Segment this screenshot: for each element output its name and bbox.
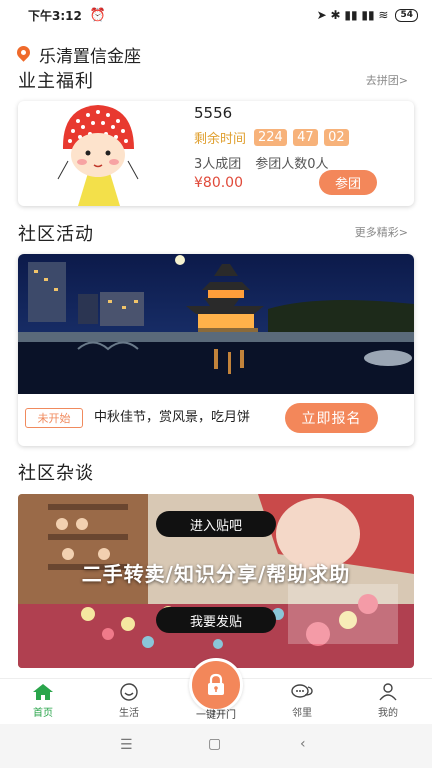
status-time: 下午3:12 xyxy=(28,8,82,23)
more-activities-link[interactable]: 更多精彩> xyxy=(355,224,408,240)
activity-card[interactable]: 未开始 中秋佳节，赏风景，吃月饼 立即报名 xyxy=(18,254,414,446)
new-post-button[interactable]: 我要发贴 xyxy=(156,607,276,633)
activity-description: 中秋佳节，赏风景，吃月饼 xyxy=(94,410,251,425)
nav-neighbors-label: 邻里 xyxy=(292,708,312,719)
product-title: 5556 xyxy=(194,104,233,122)
nav-life-label: 生活 xyxy=(119,708,139,719)
nav-neighbors[interactable]: 邻里 xyxy=(272,683,332,719)
activity-status-badge: 未开始 xyxy=(25,408,83,428)
location-pin-icon xyxy=(17,46,30,63)
nav-me[interactable]: 我的 xyxy=(358,683,418,719)
countdown-hours: 224 xyxy=(254,129,287,146)
joined-count: 参团人数0人 xyxy=(255,157,329,172)
nav-open-door-label: 一键开门 xyxy=(196,710,236,721)
countdown-seconds: 02 xyxy=(323,129,349,146)
home-square-icon[interactable]: ▢ xyxy=(208,736,221,752)
community-talk-title: 社区杂谈 xyxy=(18,463,94,484)
status-bar: 下午3:12 ⏰ ➤ ✱ ▮▮ ▮▮ ≋ 54 xyxy=(0,0,432,30)
forum-slogan: 二手转卖/知识分享/帮助求助 xyxy=(81,562,351,586)
community-activity-title: 社区活动 xyxy=(18,224,94,245)
person-icon xyxy=(379,683,397,701)
nav-home-label: 首页 xyxy=(33,708,53,719)
alarm-icon: ⏰ xyxy=(89,7,107,23)
group-buy-card[interactable]: 5556 剩余时间 224 47 02 3人成团 参团人数0人 ¥80.00 参… xyxy=(18,101,414,206)
system-icons: ➤ ✱ ▮▮ ▮▮ ≋ xyxy=(316,8,389,22)
chat-icon xyxy=(291,684,313,698)
forum-banner: 进入贴吧 二手转卖/知识分享/帮助求助 我要发贴 xyxy=(18,494,414,668)
product-image xyxy=(48,101,148,206)
product-price: ¥80.00 xyxy=(194,175,243,191)
lock-icon xyxy=(208,673,224,695)
group-size: 3人成团 xyxy=(194,157,242,172)
owner-benefits-title: 业主福利 xyxy=(18,71,94,92)
group-buy-link[interactable]: 去拼团> xyxy=(366,72,408,88)
home-icon xyxy=(33,684,53,700)
status-icons: ➤ ✱ ▮▮ ▮▮ ≋ 54 xyxy=(317,8,418,22)
enter-forum-button[interactable]: 进入贴吧 xyxy=(156,511,276,537)
signup-button[interactable]: 立即报名 xyxy=(285,403,378,433)
smile-icon xyxy=(120,683,138,701)
one-key-open-door-button[interactable] xyxy=(189,658,243,712)
battery-icon: 54 xyxy=(395,8,418,22)
countdown-label: 剩余时间 xyxy=(194,132,247,147)
activity-image xyxy=(18,254,414,394)
location-name: 乐清置信金座 xyxy=(39,47,141,67)
nav-home[interactable]: 首页 xyxy=(13,683,73,719)
countdown-minutes: 47 xyxy=(292,129,318,146)
nav-life[interactable]: 生活 xyxy=(99,683,159,719)
join-group-button[interactable]: 参团 xyxy=(319,170,377,195)
location-selector[interactable]: 乐清置信金座 xyxy=(17,42,141,67)
countdown: 剩余时间 224 47 02 xyxy=(194,128,349,147)
group-info: 3人成团 参团人数0人 xyxy=(194,153,329,172)
menu-icon[interactable]: ☰ xyxy=(120,737,133,753)
system-nav-bar: ☰ ▢ ‹ xyxy=(0,724,432,768)
nav-me-label: 我的 xyxy=(378,708,398,719)
back-icon[interactable]: ‹ xyxy=(300,736,306,752)
